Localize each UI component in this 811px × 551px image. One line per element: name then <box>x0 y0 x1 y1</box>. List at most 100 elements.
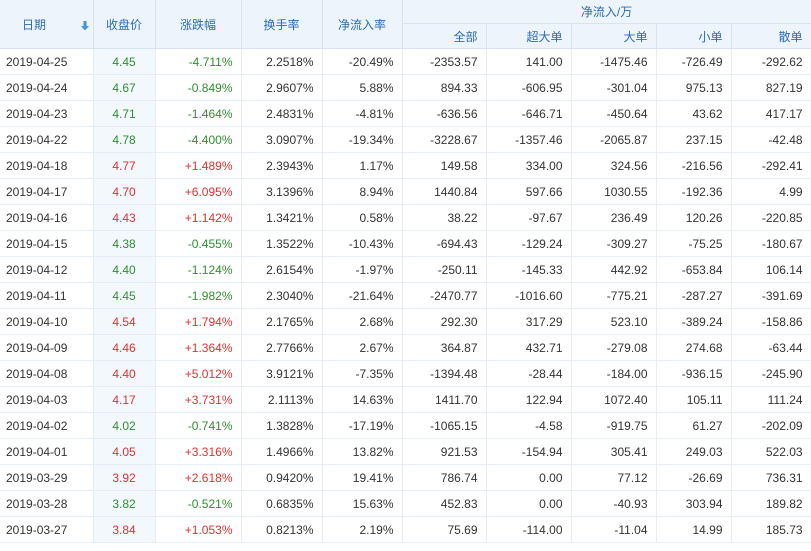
cell-change: -4.400% <box>155 126 242 153</box>
cell-super-large: 317.29 <box>486 308 572 335</box>
cell-turnover: 2.1113% <box>241 386 323 413</box>
table-row[interactable]: 2019-04-22 4.78 -4.400% 3.0907% -19.34% -3228… <box>0 126 811 153</box>
table-row[interactable]: 2019-04-16 4.43 +1.142% 1.3421% 0.58% 38.22 -9… <box>0 204 811 231</box>
cell-close: 4.40 <box>93 256 156 283</box>
table-row[interactable]: 2019-04-10 4.54 +1.794% 2.1765% 2.68% 292.30 3… <box>0 308 811 335</box>
table-row[interactable]: 2019-04-15 4.38 -0.455% 1.3522% -10.43% -694.… <box>0 230 811 257</box>
cell-net-inflow-rate: 5.88% <box>322 74 403 101</box>
table-row[interactable]: 2019-04-03 4.17 +3.731% 2.1113% 14.63% 1411.7… <box>0 386 811 413</box>
table-row[interactable]: 2019-04-11 4.45 -1.982% 2.3040% -21.64% -2470… <box>0 282 811 309</box>
cell-net-inflow-rate: 2.67% <box>322 334 403 361</box>
cell-super-large: 141.00 <box>486 48 572 75</box>
cell-change: -0.741% <box>155 412 242 439</box>
cell-all: 1440.84 <box>402 178 487 205</box>
cell-date: 2019-04-23 <box>0 100 94 127</box>
cell-close: 4.78 <box>93 126 156 153</box>
col-header-large[interactable]: 大单 <box>571 23 657 49</box>
cell-turnover: 2.9607% <box>241 74 323 101</box>
cell-small: 249.03 <box>656 438 732 465</box>
cell-all: 921.53 <box>402 438 487 465</box>
col-header-turnover[interactable]: 换手率 <box>241 0 323 49</box>
table-row[interactable]: 2019-04-25 4.45 -4.711% 2.2518% -20.49% -2353… <box>0 48 811 75</box>
col-header-change[interactable]: 涨跌幅 <box>155 0 242 49</box>
table-row[interactable]: 2019-04-17 4.70 +6.095% 3.1396% 8.94% 1440.84… <box>0 178 811 205</box>
cell-net-inflow-rate: -17.19% <box>322 412 403 439</box>
cell-turnover: 3.1396% <box>241 178 323 205</box>
cell-date: 2019-04-16 <box>0 204 94 231</box>
col-header-all[interactable]: 全部 <box>402 23 487 49</box>
cell-all: 364.87 <box>402 334 487 361</box>
cell-small: 43.62 <box>656 100 732 127</box>
table-row[interactable]: 2019-04-18 4.77 +1.489% 2.3943% 1.17% 149.58 3… <box>0 152 811 179</box>
cell-large: 236.49 <box>571 204 657 231</box>
col-group-net-inflow: 净流入/万 <box>402 0 811 24</box>
cell-change: +3.316% <box>155 438 242 465</box>
cell-turnover: 2.3040% <box>241 282 323 309</box>
cell-all: 75.69 <box>402 516 487 543</box>
cell-date: 2019-04-12 <box>0 256 94 283</box>
col-header-date[interactable]: 日期 <box>0 0 94 49</box>
cell-large: 523.10 <box>571 308 657 335</box>
col-header-close[interactable]: 收盘价 <box>93 0 156 49</box>
cell-date: 2019-04-18 <box>0 152 94 179</box>
table-row[interactable]: 2019-04-23 4.71 -1.464% 2.4831% -4.81% -636.5… <box>0 100 811 127</box>
cell-close: 3.82 <box>93 490 156 517</box>
cell-small: 120.26 <box>656 204 732 231</box>
col-header-net-inflow-rate[interactable]: 净流入率 <box>322 0 403 49</box>
col-header-super-large[interactable]: 超大单 <box>486 23 572 49</box>
cell-retail: -292.62 <box>731 48 811 75</box>
cell-all: -694.43 <box>402 230 487 257</box>
cell-change: +1.364% <box>155 334 242 361</box>
table-row[interactable]: 2019-04-09 4.46 +1.364% 2.7766% 2.67% 364.87 4… <box>0 334 811 361</box>
table-row[interactable]: 2019-03-27 3.84 +1.053% 0.8213% 2.19% 75.69 -1… <box>0 516 811 543</box>
cell-all: 38.22 <box>402 204 487 231</box>
cell-all: -2353.57 <box>402 48 487 75</box>
cell-retail: -63.44 <box>731 334 811 361</box>
cell-net-inflow-rate: 0.58% <box>322 204 403 231</box>
cell-change: -1.982% <box>155 282 242 309</box>
cell-super-large: 597.66 <box>486 178 572 205</box>
cell-large: -775.21 <box>571 282 657 309</box>
cell-turnover: 2.7766% <box>241 334 323 361</box>
table-row[interactable]: 2019-03-29 3.92 +2.618% 0.9420% 19.41% 786.74… <box>0 464 811 491</box>
cell-turnover: 3.9121% <box>241 360 323 387</box>
table-row[interactable]: 2019-03-28 3.82 -0.521% 0.6835% 15.63% 452.83… <box>0 490 811 517</box>
cell-close: 4.70 <box>93 178 156 205</box>
cell-turnover: 0.6835% <box>241 490 323 517</box>
cell-retail: 827.19 <box>731 74 811 101</box>
cell-large: -40.93 <box>571 490 657 517</box>
cell-small: 14.99 <box>656 516 732 543</box>
table-row[interactable]: 2019-04-02 4.02 -0.741% 1.3828% -17.19% -1065… <box>0 412 811 439</box>
arrow-down-icon[interactable] <box>80 20 90 31</box>
cell-turnover: 1.3828% <box>241 412 323 439</box>
cell-net-inflow-rate: 1.17% <box>322 152 403 179</box>
col-header-retail[interactable]: 散单 <box>731 23 811 49</box>
cell-close: 4.67 <box>93 74 156 101</box>
cell-date: 2019-03-27 <box>0 516 94 543</box>
table-row[interactable]: 2019-04-08 4.40 +5.012% 3.9121% -7.35% -1394.… <box>0 360 811 387</box>
cell-retail: -180.67 <box>731 230 811 257</box>
cell-super-large: -606.95 <box>486 74 572 101</box>
cell-net-inflow-rate: 19.41% <box>322 464 403 491</box>
cell-large: -1475.46 <box>571 48 657 75</box>
table-row[interactable]: 2019-04-01 4.05 +3.316% 1.4966% 13.82% 921.53… <box>0 438 811 465</box>
col-header-small[interactable]: 小单 <box>656 23 732 49</box>
cell-net-inflow-rate: -4.81% <box>322 100 403 127</box>
cell-turnover: 2.6154% <box>241 256 323 283</box>
cell-date: 2019-04-03 <box>0 386 94 413</box>
table-row[interactable]: 2019-04-12 4.40 -1.124% 2.6154% -1.97% -250.1… <box>0 256 811 283</box>
cell-turnover: 0.8213% <box>241 516 323 543</box>
cell-all: 1411.70 <box>402 386 487 413</box>
cell-net-inflow-rate: 13.82% <box>322 438 403 465</box>
cell-retail: -391.69 <box>731 282 811 309</box>
cell-super-large: -4.58 <box>486 412 572 439</box>
cell-large: -279.08 <box>571 334 657 361</box>
cell-close: 4.05 <box>93 438 156 465</box>
cell-super-large: 0.00 <box>486 464 572 491</box>
cell-close: 3.84 <box>93 516 156 543</box>
cell-retail: -42.48 <box>731 126 811 153</box>
table-row[interactable]: 2019-04-24 4.67 -0.849% 2.9607% 5.88% 894.33-… <box>0 74 811 101</box>
cell-close: 4.45 <box>93 48 156 75</box>
cell-net-inflow-rate: 2.19% <box>322 516 403 543</box>
cell-turnover: 2.1765% <box>241 308 323 335</box>
